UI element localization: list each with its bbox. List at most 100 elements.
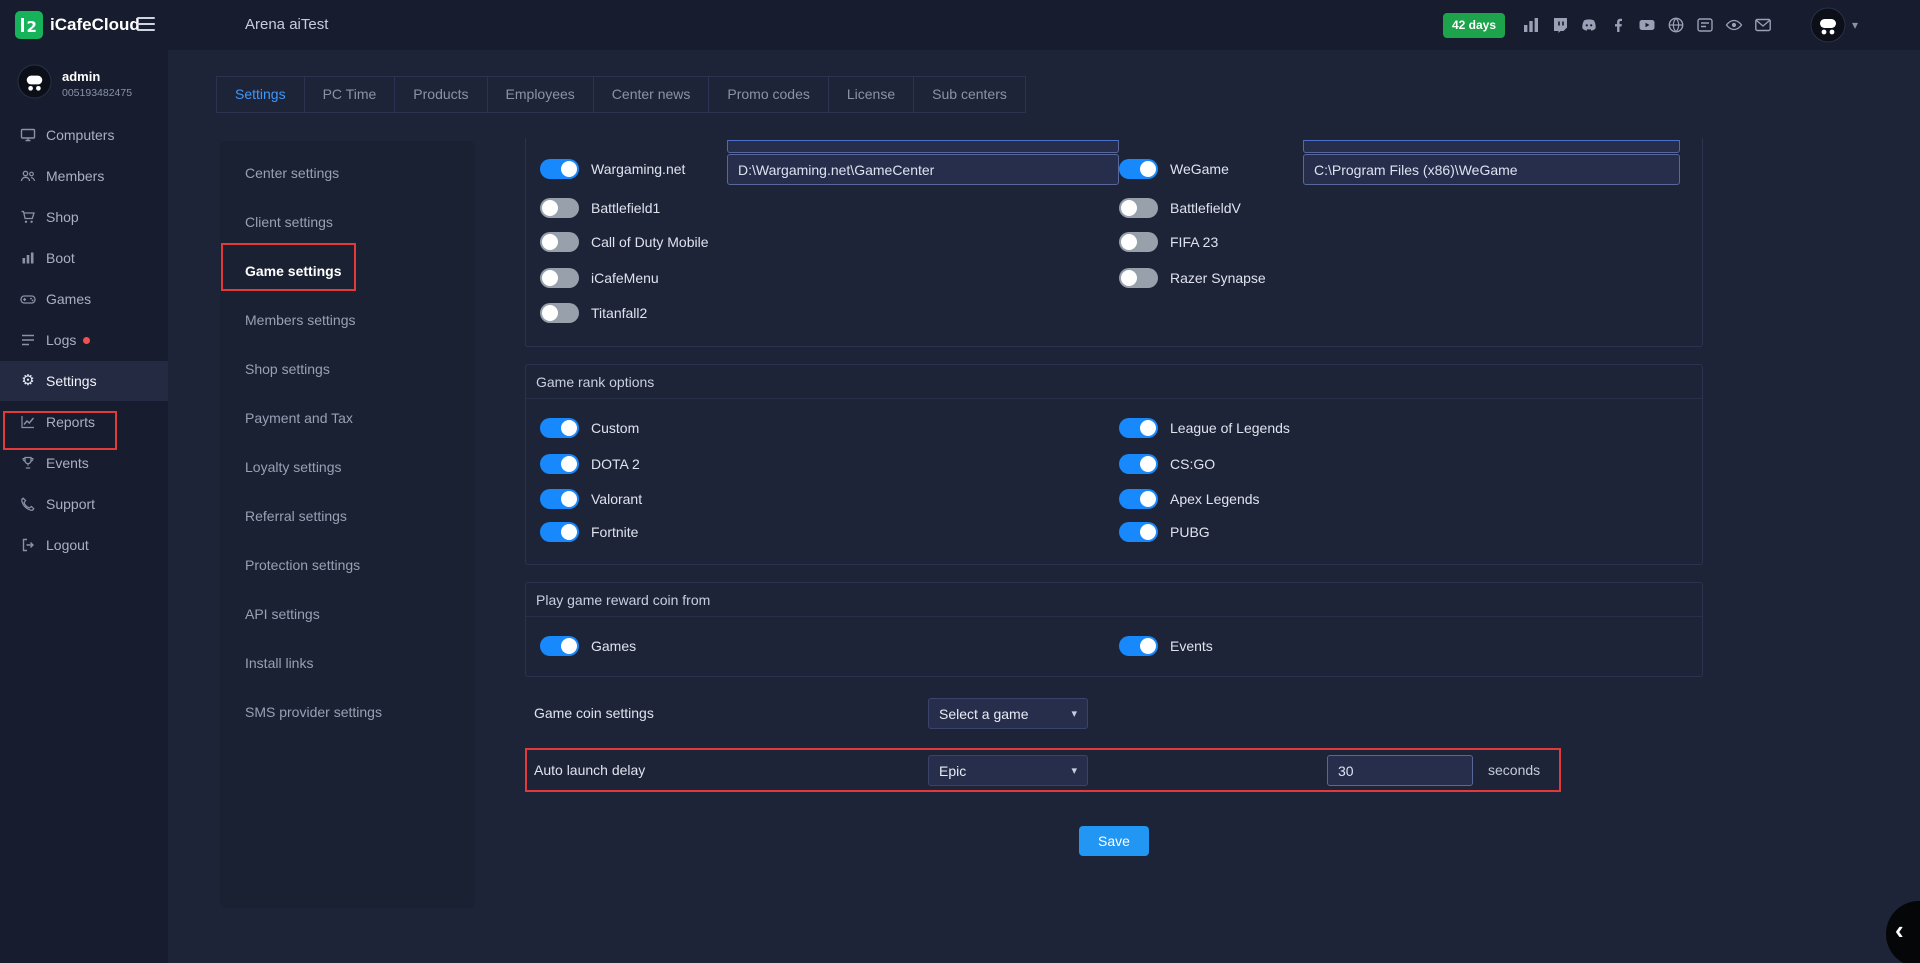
chevron-down-icon[interactable]: ▾	[1852, 0, 1858, 50]
toggle-custom[interactable]	[540, 418, 579, 438]
nav-sms-provider-settings[interactable]: SMS provider settings	[220, 688, 475, 737]
logs-alert-dot	[83, 337, 90, 344]
nav-center-settings[interactable]: Center settings	[220, 149, 475, 198]
toggle-row: FIFA 23	[1119, 232, 1218, 252]
auto-launch-game-select[interactable]: Epic ▾	[928, 755, 1088, 786]
tab-center-news[interactable]: Center news	[594, 77, 710, 112]
toggle-battlefieldv[interactable]	[1119, 198, 1158, 218]
sidebar-item-label: Logout	[46, 537, 89, 553]
tab-license[interactable]: License	[829, 77, 914, 112]
collapse-chat-button[interactable]: ‹	[1886, 901, 1920, 963]
toggle-label: DOTA 2	[591, 456, 640, 472]
wargaming-path-input[interactable]	[727, 154, 1119, 185]
toggle-dota2[interactable]	[540, 454, 579, 474]
youtube-icon[interactable]	[1638, 16, 1656, 34]
toggle-wegame[interactable]	[1119, 159, 1158, 179]
sidebar-item-settings[interactable]: ⚙ Settings	[0, 361, 168, 401]
mail-icon[interactable]	[1754, 16, 1772, 34]
sidebar-item-shop[interactable]: Shop	[0, 197, 168, 237]
toggle-row: Call of Duty Mobile	[540, 232, 709, 252]
tab-products[interactable]: Products	[395, 77, 487, 112]
sidebar-item-events[interactable]: Events	[0, 443, 168, 483]
user-avatar[interactable]	[1810, 7, 1846, 43]
toggle-label: Custom	[591, 420, 639, 436]
gamepad-icon	[20, 291, 36, 307]
chevron-down-icon: ▾	[1071, 764, 1077, 777]
tab-promo-codes[interactable]: Promo codes	[709, 77, 828, 112]
toggle-row: PUBG	[1119, 522, 1210, 542]
people-icon	[20, 168, 36, 184]
clipped-input-left	[727, 140, 1119, 153]
chevron-down-icon: ▾	[1071, 707, 1077, 720]
section-title: Game rank options	[526, 365, 1702, 399]
admin-avatar[interactable]	[17, 64, 52, 99]
sidebar-item-logs[interactable]: Logs	[0, 320, 168, 360]
sidebar-item-computers[interactable]: Computers	[0, 115, 168, 155]
topbar: 2 iCafeCloud Arena aiTest 42 days ▾	[0, 0, 1920, 50]
chevron-left-icon: ‹	[1895, 915, 1904, 946]
discord-icon[interactable]	[1580, 16, 1598, 34]
nav-client-settings[interactable]: Client settings	[220, 198, 475, 247]
tab-sub-centers[interactable]: Sub centers	[914, 77, 1025, 112]
sidebar-item-boot[interactable]: Boot	[0, 238, 168, 278]
toggle-games-reward[interactable]	[540, 636, 579, 656]
sidebar-item-members[interactable]: Members	[0, 156, 168, 196]
toggle-icafemenu[interactable]	[540, 268, 579, 288]
nav-payment-and-tax[interactable]: Payment and Tax	[220, 394, 475, 443]
nav-loyalty-settings[interactable]: Loyalty settings	[220, 443, 475, 492]
sidebar-item-label: Events	[46, 455, 89, 471]
toggle-razer-synapse[interactable]	[1119, 268, 1158, 288]
sidebar-item-games[interactable]: Games	[0, 279, 168, 319]
toggle-titanfall2[interactable]	[540, 303, 579, 323]
wallet-icon[interactable]	[1696, 16, 1714, 34]
toggle-csgo[interactable]	[1119, 454, 1158, 474]
toggle-label: Games	[591, 638, 636, 654]
nav-install-links[interactable]: Install links	[220, 639, 475, 688]
toggle-pubg[interactable]	[1119, 522, 1158, 542]
toggle-label: FIFA 23	[1170, 234, 1218, 250]
toggle-events-reward[interactable]	[1119, 636, 1158, 656]
toggle-fortnite[interactable]	[540, 522, 579, 542]
nav-api-settings[interactable]: API settings	[220, 590, 475, 639]
eye-icon[interactable]	[1725, 16, 1743, 34]
select-value: Select a game	[939, 706, 1029, 722]
facebook-icon[interactable]	[1609, 16, 1627, 34]
license-days-badge[interactable]: 42 days	[1443, 13, 1505, 38]
auto-launch-delay-input[interactable]	[1327, 755, 1473, 786]
tab-settings[interactable]: Settings	[217, 77, 305, 112]
nav-protection-settings[interactable]: Protection settings	[220, 541, 475, 590]
admin-id: 005193482475	[62, 87, 132, 99]
tab-pc-time[interactable]: PC Time	[305, 77, 396, 112]
nav-shop-settings[interactable]: Shop settings	[220, 345, 475, 394]
game-coin-select[interactable]: Select a game ▾	[928, 698, 1088, 729]
select-value: Epic	[939, 763, 966, 779]
nav-game-settings[interactable]: Game settings	[220, 247, 475, 296]
toggle-label: PUBG	[1170, 524, 1210, 540]
toggle-valorant[interactable]	[540, 489, 579, 509]
auto-launch-delay-row: Auto launch delay Epic ▾ seconds	[525, 755, 1703, 786]
toggle-fifa23[interactable]	[1119, 232, 1158, 252]
sidebar-item-logout[interactable]: Logout	[0, 525, 168, 565]
delay-unit-label: seconds	[1488, 755, 1540, 786]
nav-members-settings[interactable]: Members settings	[220, 296, 475, 345]
toggle-wargaming[interactable]	[540, 159, 579, 179]
wegame-path-input[interactable]	[1303, 154, 1680, 185]
toggle-apex-legends[interactable]	[1119, 489, 1158, 509]
toggle-row: Battlefield1	[540, 198, 660, 218]
globe-icon[interactable]	[1667, 16, 1685, 34]
sidebar-item-support[interactable]: Support	[0, 484, 168, 524]
section-title: Play game reward coin from	[526, 583, 1702, 617]
tab-employees[interactable]: Employees	[488, 77, 594, 112]
toggle-battlefield1[interactable]	[540, 198, 579, 218]
twitch-icon[interactable]	[1551, 16, 1569, 34]
topbar-icons	[1522, 16, 1772, 34]
toggle-league-of-legends[interactable]	[1119, 418, 1158, 438]
sidebar-item-reports[interactable]: Reports	[0, 402, 168, 442]
auto-launch-label: Auto launch delay	[534, 755, 645, 786]
save-button[interactable]: Save	[1079, 826, 1149, 856]
analytics-icon[interactable]	[1522, 16, 1540, 34]
nav-referral-settings[interactable]: Referral settings	[220, 492, 475, 541]
toggle-cod-mobile[interactable]	[540, 232, 579, 252]
main-sidebar: admin 005193482475 Computers Members Sho…	[0, 50, 168, 963]
hamburger-menu-icon[interactable]	[137, 17, 157, 33]
